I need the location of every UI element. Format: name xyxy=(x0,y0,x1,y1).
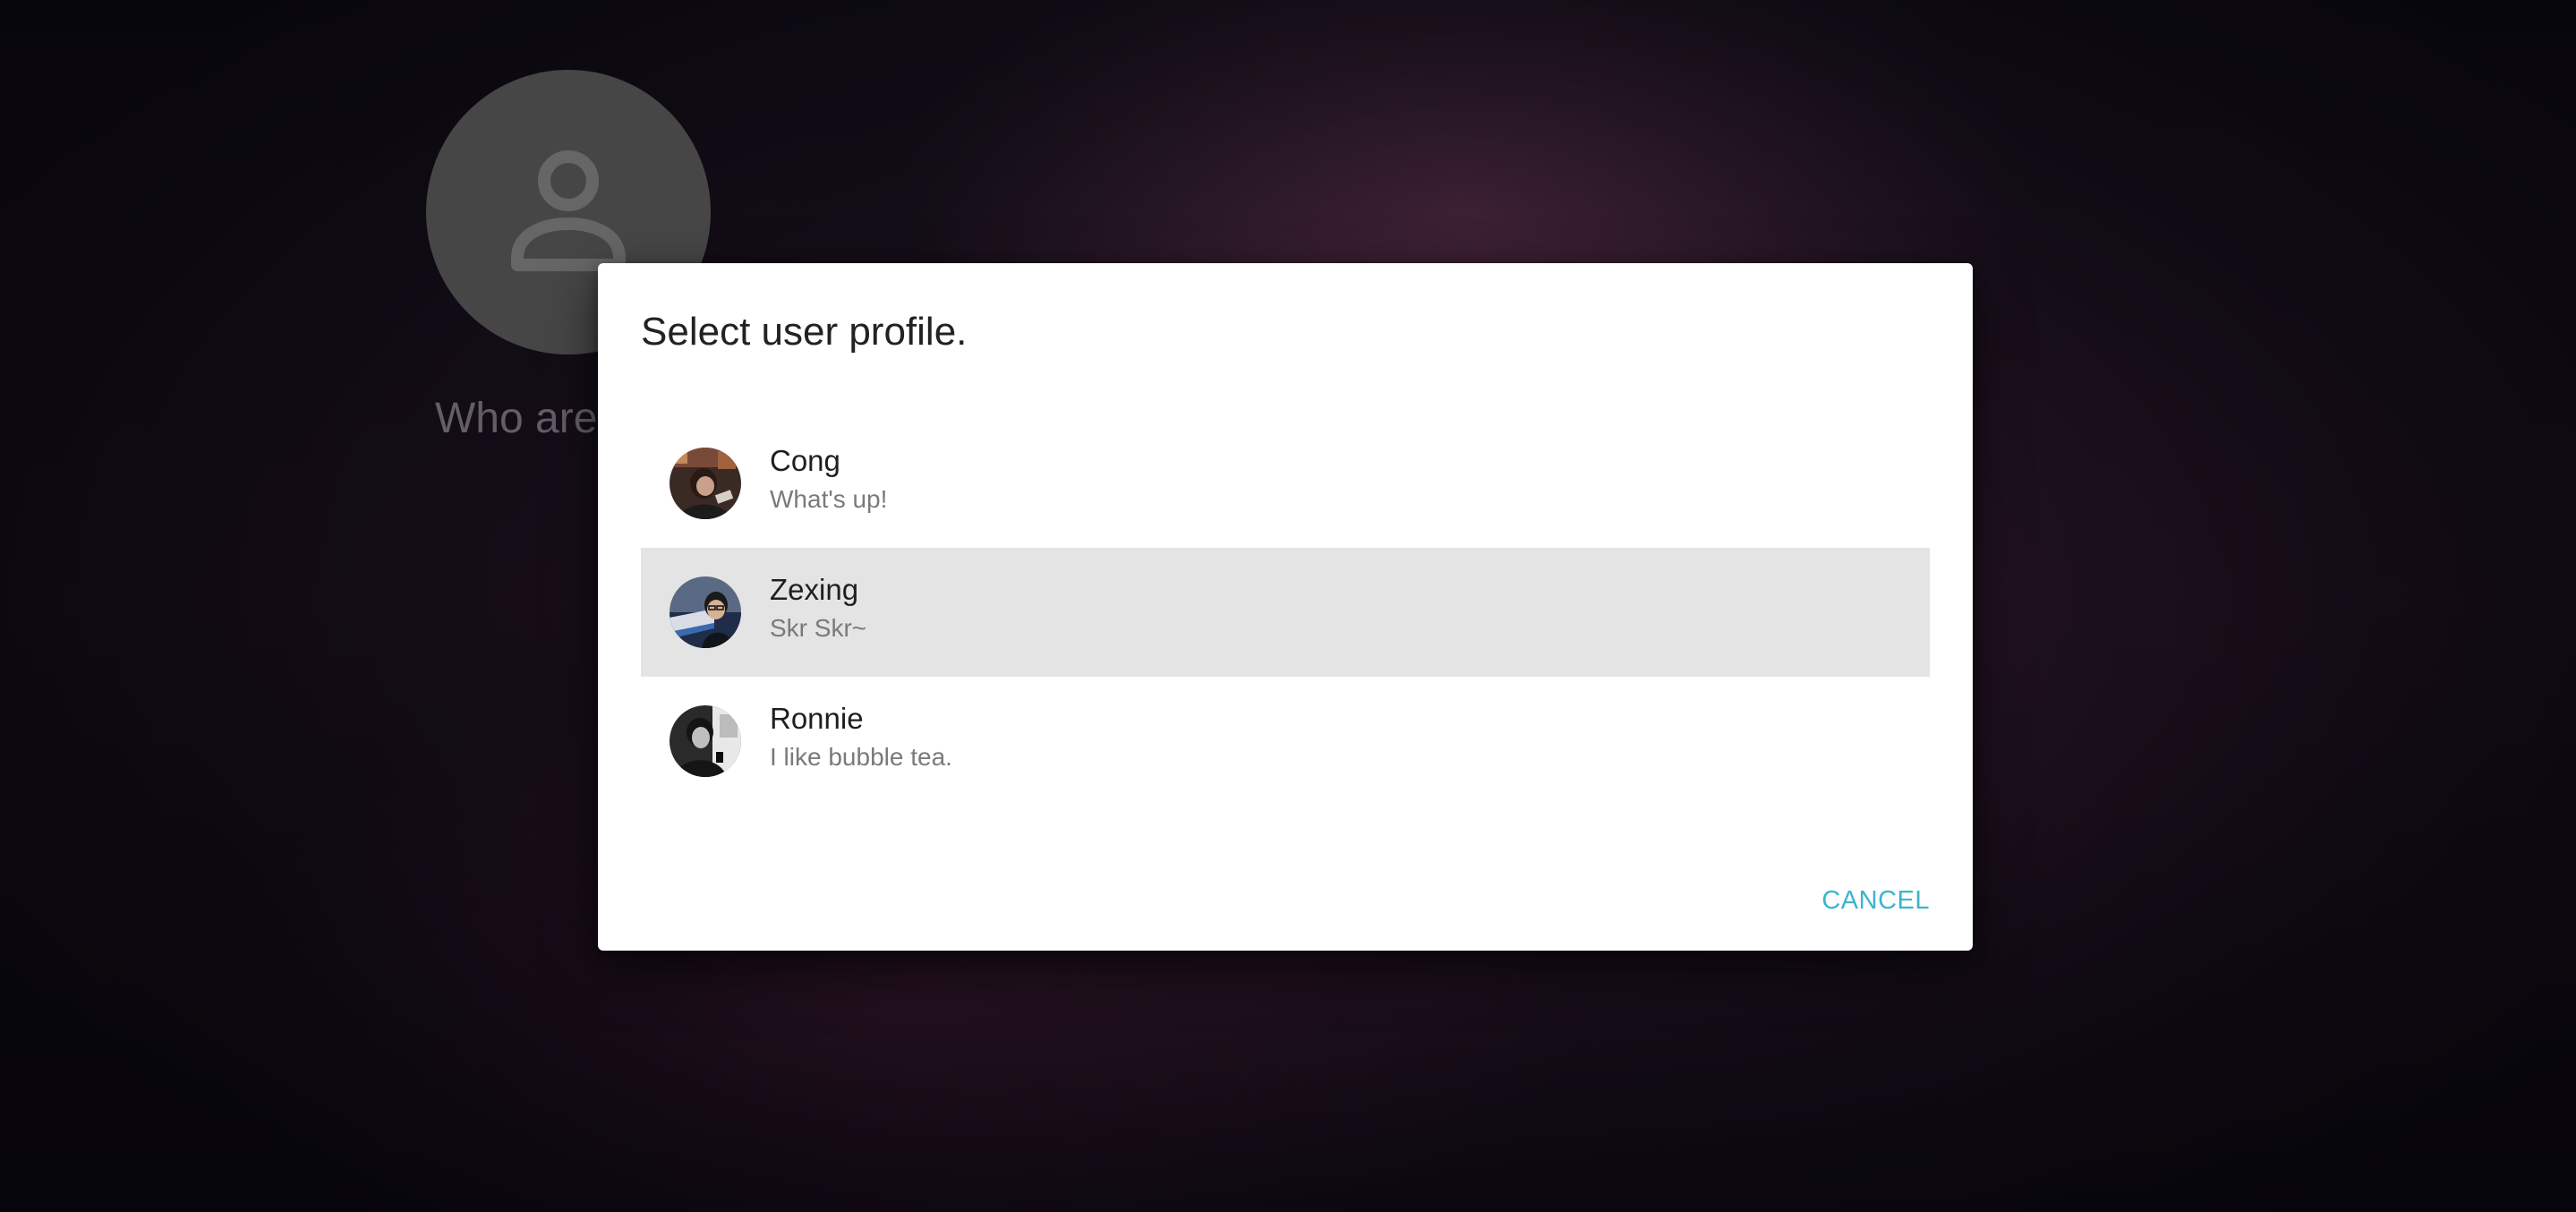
user-photo-icon xyxy=(670,448,741,519)
profile-item-cong[interactable]: Cong What's up! xyxy=(641,419,1930,548)
select-profile-dialog: Select user profile. Cong What's up! Zex… xyxy=(598,263,1973,951)
profile-item-ronnie[interactable]: Ronnie I like bubble tea. xyxy=(641,677,1930,806)
avatar xyxy=(670,705,741,777)
profile-status: What's up! xyxy=(770,485,888,513)
avatar xyxy=(670,576,741,648)
cancel-button[interactable]: CANCEL xyxy=(1821,886,1930,916)
avatar xyxy=(670,448,741,519)
profile-name: Ronnie xyxy=(770,702,864,735)
profile-name: Cong xyxy=(770,444,840,477)
profile-status: Skr Skr~ xyxy=(770,614,867,642)
dialog-title: Select user profile. xyxy=(641,310,968,354)
user-photo-icon xyxy=(670,576,741,648)
profile-name: Zexing xyxy=(770,573,859,606)
profile-item-zexing[interactable]: Zexing Skr Skr~ xyxy=(641,548,1930,677)
profile-list: Cong What's up! Zexing Skr Skr~ Ronnie I… xyxy=(641,419,1930,806)
profile-status: I like bubble tea. xyxy=(770,743,952,771)
user-photo-icon xyxy=(670,705,741,777)
